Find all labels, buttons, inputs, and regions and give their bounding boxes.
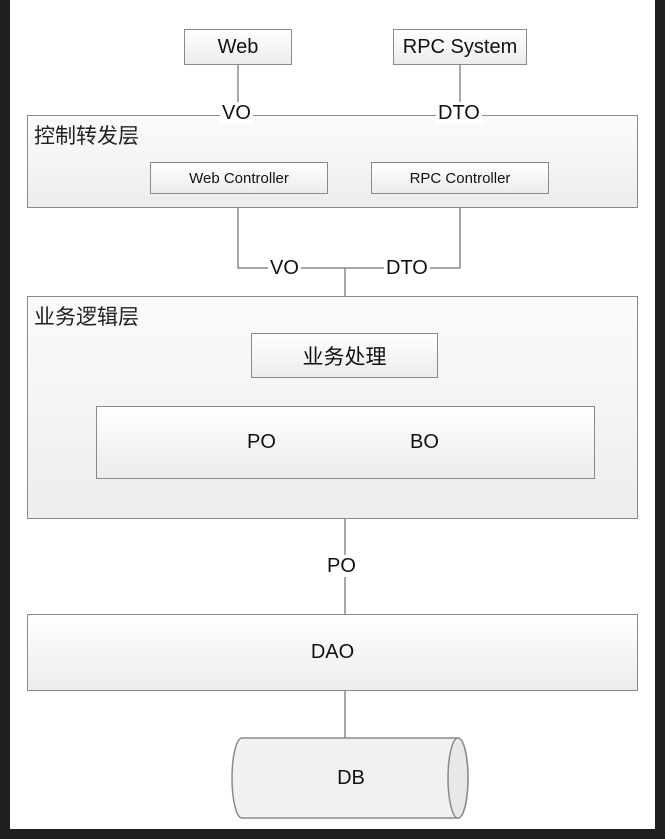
web-client-label: Web (217, 35, 259, 58)
mid-dto-label: DTO (384, 257, 430, 279)
dao-label: DAO (310, 641, 355, 663)
rpc-controller-label: RPC Controller (409, 169, 511, 187)
business-processing-label: 业务处理 (302, 344, 387, 369)
db-label: DB (337, 766, 365, 789)
rpc-system-label: RPC System (402, 35, 518, 58)
top-dto-label: DTO (436, 102, 482, 124)
po-transfer-label: PO (325, 555, 358, 577)
rpc-controller-box: RPC Controller (371, 162, 549, 194)
diagram-canvas: Web RPC System 控制转发层 Web Controller RPC … (10, 0, 655, 829)
web-controller-box: Web Controller (150, 162, 328, 194)
inner-po-label: PO (247, 431, 276, 453)
mid-vo-label: VO (268, 257, 301, 279)
business-layer-title: 业务逻辑层 (34, 305, 139, 329)
business-processing-box: 业务处理 (251, 333, 438, 378)
web-client-box: Web (184, 29, 292, 65)
top-vo-label: VO (220, 102, 253, 124)
dao-layer: DAO (27, 614, 638, 691)
control-layer-title: 控制转发层 (34, 124, 139, 148)
web-controller-label: Web Controller (189, 169, 289, 187)
po-bo-box: PO BO (96, 406, 595, 479)
db-box: DB (232, 738, 470, 818)
rpc-system-box: RPC System (393, 29, 527, 65)
inner-bo-label: BO (410, 431, 439, 453)
